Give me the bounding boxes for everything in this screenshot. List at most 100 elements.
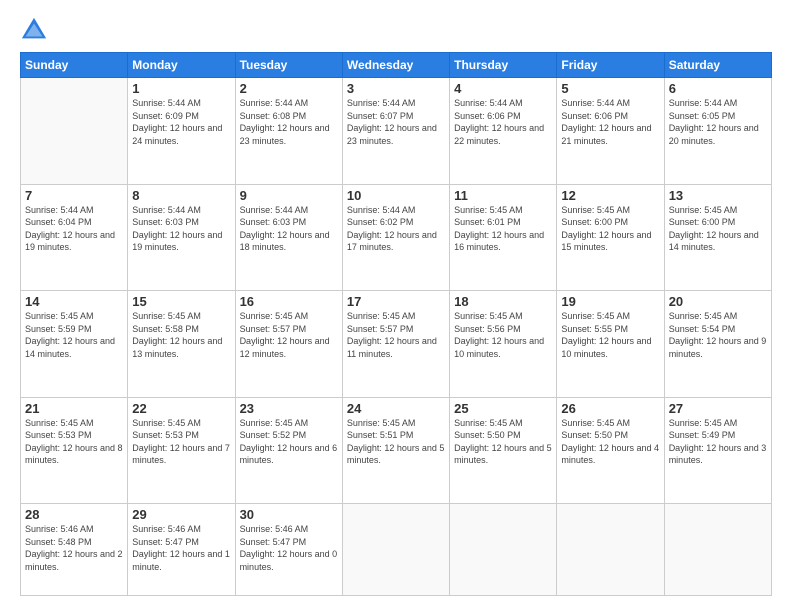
day-info: Sunrise: 5:44 AMSunset: 6:03 PMDaylight:…: [132, 204, 230, 254]
day-number: 10: [347, 188, 445, 203]
day-number: 16: [240, 294, 338, 309]
logo: [20, 16, 52, 44]
day-number: 18: [454, 294, 552, 309]
day-info: Sunrise: 5:45 AMSunset: 5:50 PMDaylight:…: [454, 417, 552, 467]
calendar-week-row: 7Sunrise: 5:44 AMSunset: 6:04 PMDaylight…: [21, 184, 772, 291]
calendar-table: SundayMondayTuesdayWednesdayThursdayFrid…: [20, 52, 772, 596]
calendar-cell: 26Sunrise: 5:45 AMSunset: 5:50 PMDayligh…: [557, 397, 664, 504]
weekday-header-saturday: Saturday: [664, 53, 771, 78]
weekday-header-wednesday: Wednesday: [342, 53, 449, 78]
day-number: 17: [347, 294, 445, 309]
day-info: Sunrise: 5:46 AMSunset: 5:47 PMDaylight:…: [132, 523, 230, 573]
day-number: 26: [561, 401, 659, 416]
calendar-cell: 22Sunrise: 5:45 AMSunset: 5:53 PMDayligh…: [128, 397, 235, 504]
day-number: 27: [669, 401, 767, 416]
day-number: 29: [132, 507, 230, 522]
calendar-cell: 2Sunrise: 5:44 AMSunset: 6:08 PMDaylight…: [235, 78, 342, 185]
day-number: 20: [669, 294, 767, 309]
day-info: Sunrise: 5:45 AMSunset: 5:51 PMDaylight:…: [347, 417, 445, 467]
day-info: Sunrise: 5:45 AMSunset: 5:50 PMDaylight:…: [561, 417, 659, 467]
calendar-cell: [342, 504, 449, 596]
calendar-cell: 27Sunrise: 5:45 AMSunset: 5:49 PMDayligh…: [664, 397, 771, 504]
day-info: Sunrise: 5:44 AMSunset: 6:03 PMDaylight:…: [240, 204, 338, 254]
day-number: 7: [25, 188, 123, 203]
day-info: Sunrise: 5:45 AMSunset: 5:54 PMDaylight:…: [669, 310, 767, 360]
calendar-cell: 5Sunrise: 5:44 AMSunset: 6:06 PMDaylight…: [557, 78, 664, 185]
calendar-cell: 20Sunrise: 5:45 AMSunset: 5:54 PMDayligh…: [664, 291, 771, 398]
calendar-week-row: 1Sunrise: 5:44 AMSunset: 6:09 PMDaylight…: [21, 78, 772, 185]
day-number: 6: [669, 81, 767, 96]
day-info: Sunrise: 5:44 AMSunset: 6:09 PMDaylight:…: [132, 97, 230, 147]
day-number: 2: [240, 81, 338, 96]
day-info: Sunrise: 5:45 AMSunset: 5:56 PMDaylight:…: [454, 310, 552, 360]
day-number: 24: [347, 401, 445, 416]
calendar-cell: 4Sunrise: 5:44 AMSunset: 6:06 PMDaylight…: [450, 78, 557, 185]
day-info: Sunrise: 5:45 AMSunset: 5:52 PMDaylight:…: [240, 417, 338, 467]
calendar-cell: 28Sunrise: 5:46 AMSunset: 5:48 PMDayligh…: [21, 504, 128, 596]
day-info: Sunrise: 5:45 AMSunset: 5:58 PMDaylight:…: [132, 310, 230, 360]
calendar-cell: [450, 504, 557, 596]
weekday-header-thursday: Thursday: [450, 53, 557, 78]
day-number: 8: [132, 188, 230, 203]
calendar-cell: [557, 504, 664, 596]
day-number: 1: [132, 81, 230, 96]
calendar-cell: 6Sunrise: 5:44 AMSunset: 6:05 PMDaylight…: [664, 78, 771, 185]
day-info: Sunrise: 5:44 AMSunset: 6:08 PMDaylight:…: [240, 97, 338, 147]
day-info: Sunrise: 5:45 AMSunset: 5:57 PMDaylight:…: [240, 310, 338, 360]
day-number: 23: [240, 401, 338, 416]
calendar-cell: 13Sunrise: 5:45 AMSunset: 6:00 PMDayligh…: [664, 184, 771, 291]
weekday-header-sunday: Sunday: [21, 53, 128, 78]
calendar-cell: 12Sunrise: 5:45 AMSunset: 6:00 PMDayligh…: [557, 184, 664, 291]
day-number: 4: [454, 81, 552, 96]
calendar-cell: 24Sunrise: 5:45 AMSunset: 5:51 PMDayligh…: [342, 397, 449, 504]
logo-icon: [20, 16, 48, 44]
day-info: Sunrise: 5:46 AMSunset: 5:48 PMDaylight:…: [25, 523, 123, 573]
day-number: 19: [561, 294, 659, 309]
calendar-cell: 1Sunrise: 5:44 AMSunset: 6:09 PMDaylight…: [128, 78, 235, 185]
calendar-cell: 19Sunrise: 5:45 AMSunset: 5:55 PMDayligh…: [557, 291, 664, 398]
day-info: Sunrise: 5:45 AMSunset: 5:59 PMDaylight:…: [25, 310, 123, 360]
calendar-cell: 11Sunrise: 5:45 AMSunset: 6:01 PMDayligh…: [450, 184, 557, 291]
weekday-header-row: SundayMondayTuesdayWednesdayThursdayFrid…: [21, 53, 772, 78]
day-info: Sunrise: 5:44 AMSunset: 6:07 PMDaylight:…: [347, 97, 445, 147]
calendar-cell: 25Sunrise: 5:45 AMSunset: 5:50 PMDayligh…: [450, 397, 557, 504]
day-number: 25: [454, 401, 552, 416]
day-number: 30: [240, 507, 338, 522]
day-number: 14: [25, 294, 123, 309]
calendar-cell: 21Sunrise: 5:45 AMSunset: 5:53 PMDayligh…: [21, 397, 128, 504]
day-info: Sunrise: 5:45 AMSunset: 5:49 PMDaylight:…: [669, 417, 767, 467]
calendar-cell: 10Sunrise: 5:44 AMSunset: 6:02 PMDayligh…: [342, 184, 449, 291]
calendar-cell: 16Sunrise: 5:45 AMSunset: 5:57 PMDayligh…: [235, 291, 342, 398]
day-info: Sunrise: 5:44 AMSunset: 6:06 PMDaylight:…: [561, 97, 659, 147]
calendar-week-row: 28Sunrise: 5:46 AMSunset: 5:48 PMDayligh…: [21, 504, 772, 596]
day-info: Sunrise: 5:45 AMSunset: 5:55 PMDaylight:…: [561, 310, 659, 360]
day-number: 22: [132, 401, 230, 416]
day-info: Sunrise: 5:44 AMSunset: 6:04 PMDaylight:…: [25, 204, 123, 254]
day-number: 3: [347, 81, 445, 96]
day-info: Sunrise: 5:44 AMSunset: 6:02 PMDaylight:…: [347, 204, 445, 254]
day-number: 28: [25, 507, 123, 522]
day-number: 5: [561, 81, 659, 96]
day-info: Sunrise: 5:45 AMSunset: 6:01 PMDaylight:…: [454, 204, 552, 254]
day-info: Sunrise: 5:46 AMSunset: 5:47 PMDaylight:…: [240, 523, 338, 573]
calendar-cell: [664, 504, 771, 596]
calendar-cell: [21, 78, 128, 185]
calendar-week-row: 14Sunrise: 5:45 AMSunset: 5:59 PMDayligh…: [21, 291, 772, 398]
day-number: 15: [132, 294, 230, 309]
calendar-cell: 29Sunrise: 5:46 AMSunset: 5:47 PMDayligh…: [128, 504, 235, 596]
day-info: Sunrise: 5:45 AMSunset: 6:00 PMDaylight:…: [561, 204, 659, 254]
day-info: Sunrise: 5:45 AMSunset: 5:53 PMDaylight:…: [132, 417, 230, 467]
calendar-cell: 14Sunrise: 5:45 AMSunset: 5:59 PMDayligh…: [21, 291, 128, 398]
day-number: 11: [454, 188, 552, 203]
day-number: 13: [669, 188, 767, 203]
day-info: Sunrise: 5:45 AMSunset: 5:53 PMDaylight:…: [25, 417, 123, 467]
day-info: Sunrise: 5:44 AMSunset: 6:06 PMDaylight:…: [454, 97, 552, 147]
calendar-cell: 8Sunrise: 5:44 AMSunset: 6:03 PMDaylight…: [128, 184, 235, 291]
calendar-cell: 3Sunrise: 5:44 AMSunset: 6:07 PMDaylight…: [342, 78, 449, 185]
calendar-week-row: 21Sunrise: 5:45 AMSunset: 5:53 PMDayligh…: [21, 397, 772, 504]
page: SundayMondayTuesdayWednesdayThursdayFrid…: [0, 0, 792, 612]
calendar-cell: 30Sunrise: 5:46 AMSunset: 5:47 PMDayligh…: [235, 504, 342, 596]
weekday-header-friday: Friday: [557, 53, 664, 78]
weekday-header-tuesday: Tuesday: [235, 53, 342, 78]
day-info: Sunrise: 5:44 AMSunset: 6:05 PMDaylight:…: [669, 97, 767, 147]
